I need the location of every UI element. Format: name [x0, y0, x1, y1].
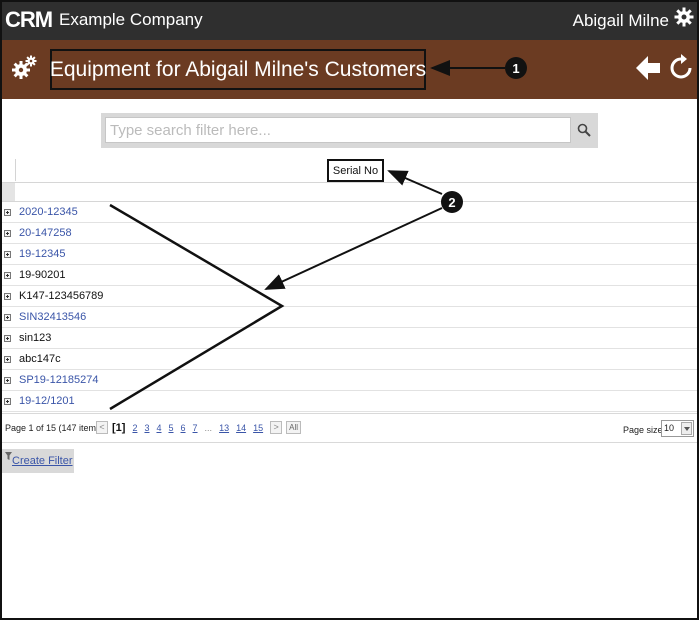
prev-page-button[interactable]: <: [96, 421, 108, 434]
svg-text:CRM: CRM: [5, 7, 52, 32]
back-arrow-icon[interactable]: [635, 54, 661, 82]
search-bar: [101, 113, 598, 148]
column-header-serial-no[interactable]: Serial No: [327, 159, 384, 182]
grid-filter-row: [0, 182, 699, 202]
expand-icon[interactable]: [4, 209, 11, 216]
table-row: 19-12345: [0, 244, 699, 265]
grid-rows: 2020-12345 20-147258 19-12345 19-90201 K…: [0, 202, 699, 412]
current-page: [1]: [112, 421, 126, 434]
table-row: 2020-12345: [0, 202, 699, 223]
gears-icon[interactable]: [10, 54, 38, 82]
page-link[interactable]: 14: [236, 423, 246, 433]
serial-no-cell[interactable]: SP19-12185274: [19, 374, 99, 386]
page-link[interactable]: 2: [132, 423, 137, 433]
expand-icon[interactable]: [4, 230, 11, 237]
table-row: 20-147258: [0, 223, 699, 244]
page-link[interactable]: 4: [156, 423, 161, 433]
chevron-down-icon[interactable]: [681, 422, 692, 435]
pager-nav: < [1] 2 3 4 5 6 7 ... 13 14 15 > All: [96, 421, 301, 434]
page-link[interactable]: 15: [253, 423, 263, 433]
page-title: Equipment for Abigail Milne's Customers: [49, 57, 427, 81]
table-row: K147-123456789: [0, 286, 699, 307]
serial-no-cell[interactable]: 19-90201: [19, 269, 66, 281]
create-filter-panel: Create Filter: [2, 449, 74, 473]
page-link[interactable]: 6: [181, 423, 186, 433]
top-bar: CRM Example Company Abigail Milne: [0, 0, 699, 40]
company-name: Example Company: [59, 10, 203, 29]
serial-no-cell[interactable]: abc147c: [19, 353, 61, 365]
page-link[interactable]: 5: [169, 423, 174, 433]
expand-icon[interactable]: [4, 377, 11, 384]
search-input[interactable]: [105, 117, 571, 143]
column-divider: [15, 159, 16, 181]
expand-icon[interactable]: [4, 335, 11, 342]
pager: Page 1 of 15 (147 items) < [1] 2 3 4 5 6…: [0, 413, 699, 443]
refresh-icon[interactable]: [669, 53, 693, 83]
expand-icon[interactable]: [4, 293, 11, 300]
expand-icon[interactable]: [4, 398, 11, 405]
pager-summary: Page 1 of 15 (147 items): [5, 423, 104, 433]
search-icon: [577, 123, 591, 137]
filter-row-cell: [0, 183, 15, 201]
table-row: 19-90201: [0, 265, 699, 286]
table-row: 19-12/1201: [0, 391, 699, 412]
page-size-value: 10: [664, 423, 675, 433]
column-header-label: Serial No: [332, 164, 379, 177]
table-row: SIN32413546: [0, 307, 699, 328]
user-name[interactable]: Abigail Milne: [573, 11, 669, 31]
expand-icon[interactable]: [4, 314, 11, 321]
table-row: sin123: [0, 328, 699, 349]
serial-no-cell[interactable]: 2020-12345: [19, 206, 78, 218]
create-filter-link[interactable]: Create Filter: [12, 455, 73, 467]
gear-icon[interactable]: [674, 7, 694, 27]
table-row: SP19-12185274: [0, 370, 699, 391]
serial-no-cell[interactable]: 19-12/1201: [19, 395, 75, 407]
page-size-select[interactable]: 10: [661, 420, 694, 437]
page-ellipsis[interactable]: ...: [205, 423, 213, 433]
page-link[interactable]: 7: [193, 423, 198, 433]
show-all-button[interactable]: All: [286, 421, 301, 434]
page-header: Equipment for Abigail Milne's Customers: [0, 40, 699, 99]
crm-logo[interactable]: CRM: [4, 6, 52, 32]
page-link[interactable]: 3: [144, 423, 149, 433]
page-link[interactable]: 13: [219, 423, 229, 433]
page-size-label: Page size:: [623, 425, 666, 435]
table-row: abc147c: [0, 349, 699, 370]
expand-icon[interactable]: [4, 356, 11, 363]
serial-no-cell[interactable]: sin123: [19, 332, 51, 344]
expand-icon[interactable]: [4, 251, 11, 258]
funnel-icon: [5, 452, 12, 460]
serial-no-cell[interactable]: K147-123456789: [19, 290, 103, 302]
search-button[interactable]: [571, 117, 597, 143]
page-title-box: Equipment for Abigail Milne's Customers: [50, 49, 426, 90]
serial-no-cell[interactable]: 19-12345: [19, 248, 66, 260]
serial-no-cell[interactable]: 20-147258: [19, 227, 72, 239]
expand-icon[interactable]: [4, 272, 11, 279]
next-page-button[interactable]: >: [270, 421, 283, 434]
serial-no-cell[interactable]: SIN32413546: [19, 311, 86, 323]
